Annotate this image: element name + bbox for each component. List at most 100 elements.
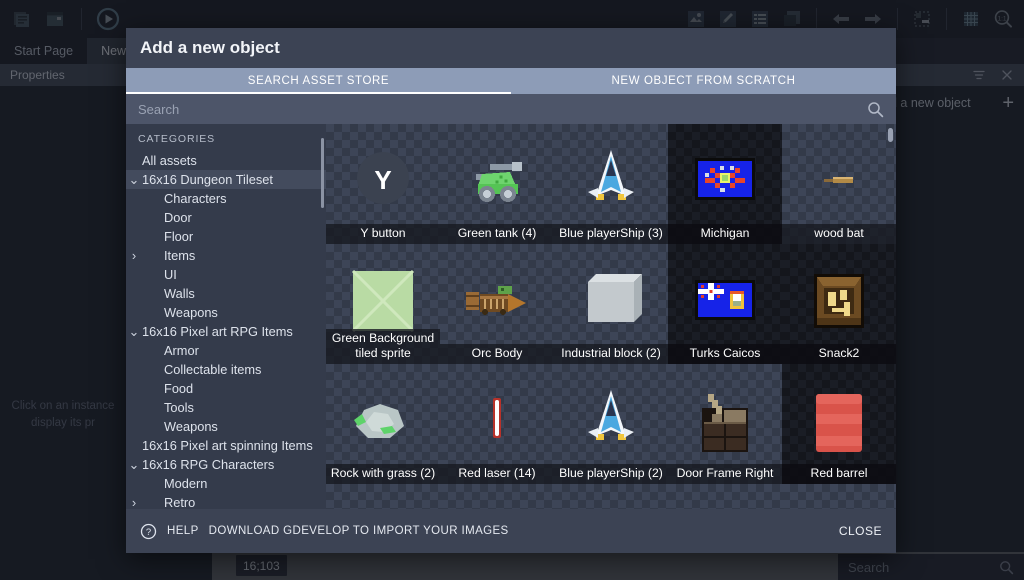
close-button[interactable]: CLOSE	[839, 524, 882, 538]
asset-card[interactable]: Green tank (4)	[440, 124, 554, 244]
help-link[interactable]: HELP	[167, 525, 199, 537]
blue-bar-icon	[460, 504, 534, 509]
categories-sidebar[interactable]: CATEGORIES All assets ⌄ 16x16 Dungeon Tile…	[126, 124, 326, 509]
green-tank-icon	[460, 144, 534, 218]
category-label: 16x16 Pixel art spinning Items	[142, 438, 313, 453]
dirt-pile-icon	[688, 504, 762, 509]
category-item[interactable]: Walls	[126, 284, 326, 303]
asset-label: Door Frame Right	[668, 464, 782, 484]
asset-card[interactable]: wood bat	[782, 124, 896, 244]
asset-label: Michigan	[668, 224, 782, 244]
asset-card[interactable]	[326, 484, 440, 509]
asset-card[interactable]: Y Y button	[326, 124, 440, 244]
active-tab-indicator	[126, 92, 511, 94]
dialog-body: CATEGORIES All assets ⌄ 16x16 Dungeon Tile…	[126, 124, 896, 509]
industrial-block-icon	[574, 264, 648, 338]
asset-card[interactable]	[554, 484, 668, 509]
category-label: Food	[164, 381, 194, 396]
asset-card[interactable]: Blue playerShip (3)	[554, 124, 668, 244]
svg-text:?: ?	[146, 527, 151, 538]
asset-label: Green tank (4)	[440, 224, 554, 244]
asset-card[interactable]: Rock with grass (2)	[326, 364, 440, 484]
asset-card[interactable]	[782, 484, 896, 509]
wood-bat-icon	[802, 144, 876, 218]
help-circle-icon[interactable]: ?	[140, 523, 157, 540]
blue-ship-icon	[574, 144, 648, 218]
category-item[interactable]: All assets	[126, 151, 326, 170]
category-label: UI	[164, 267, 177, 282]
category-item[interactable]: UI	[126, 265, 326, 284]
door-frame-icon	[688, 384, 762, 458]
dialog-tabbar: SEARCH ASSET STORE NEW OBJECT FROM SCRAT…	[126, 68, 896, 94]
category-item[interactable]: 16x16 Pixel art spinning Items	[126, 436, 326, 455]
asset-card[interactable]: Michigan	[668, 124, 782, 244]
category-item[interactable]: › Retro	[126, 493, 326, 509]
asset-label: Blue playerShip (2)	[554, 464, 668, 484]
category-item[interactable]: Armor	[126, 341, 326, 360]
category-item[interactable]: Weapons	[126, 417, 326, 436]
asset-card[interactable]: Turks Caicos	[668, 244, 782, 364]
asset-card[interactable]: Red laser (14)	[440, 364, 554, 484]
asset-card[interactable]: Door Frame Right	[668, 364, 782, 484]
tab-new-object-from-scratch[interactable]: NEW OBJECT FROM SCRATCH	[511, 68, 896, 94]
michigan-flag-icon	[688, 144, 762, 218]
asset-card[interactable]: Industrial block (2)	[554, 244, 668, 364]
category-label: 16x16 Dungeon Tileset	[142, 172, 273, 187]
chevron-right-icon[interactable]: ›	[126, 495, 142, 509]
asset-card[interactable]: Blue playerShip (2)	[554, 364, 668, 484]
category-label: Walls	[164, 286, 195, 301]
category-item[interactable]: Collectable items	[126, 360, 326, 379]
asset-label: Orc Body	[440, 344, 554, 364]
asset-grid-container[interactable]: Y Y button Green tank (4) Blue playerShip…	[326, 124, 896, 509]
category-item[interactable]: Characters	[126, 189, 326, 208]
asset-card[interactable]	[440, 484, 554, 509]
chevron-down-icon[interactable]: ⌄	[126, 325, 142, 338]
rock-grass-icon	[346, 384, 420, 458]
asset-label: Turks Caicos	[668, 344, 782, 364]
tab-search-asset-store[interactable]: SEARCH ASSET STORE	[126, 68, 511, 94]
category-item[interactable]: Door	[126, 208, 326, 227]
category-label: Weapons	[164, 305, 218, 320]
category-item[interactable]: ⌄ 16x16 RPG Characters	[126, 455, 326, 474]
category-item[interactable]: ⌄ 16x16 Pixel art RPG Items	[126, 322, 326, 341]
category-label: Floor	[164, 229, 194, 244]
dialog-footer: ? HELP DOWNLOAD GDEVELOP TO IMPORT YOUR …	[126, 509, 896, 553]
chevron-down-icon[interactable]: ⌄	[126, 458, 142, 471]
asset-card[interactable]: Snack2	[782, 244, 896, 364]
search-icon[interactable]	[867, 101, 884, 118]
asset-label: wood bat	[782, 224, 896, 244]
category-label: Tools	[164, 400, 194, 415]
asset-grid: Y Y button Green tank (4) Blue playerShip…	[326, 124, 896, 509]
chevron-down-icon[interactable]: ⌄	[126, 173, 142, 186]
asset-card[interactable]	[668, 484, 782, 509]
asset-search-field[interactable]: Search	[126, 94, 896, 124]
category-label: Weapons	[164, 419, 218, 434]
red-tent-icon	[802, 504, 876, 509]
category-label: All assets	[142, 153, 197, 168]
asset-label: Green Background tiled sprite	[326, 329, 440, 364]
category-item[interactable]: › Items	[126, 246, 326, 265]
category-item[interactable]: Food	[126, 379, 326, 398]
asset-label: Y button	[326, 224, 440, 244]
y-button-icon: Y	[346, 144, 420, 218]
category-label: 16x16 RPG Characters	[142, 457, 275, 472]
asset-card[interactable]: Red barrel	[782, 364, 896, 484]
category-label: Collectable items	[164, 362, 262, 377]
asset-search-placeholder: Search	[138, 101, 180, 117]
category-label: Modern	[164, 476, 208, 491]
turks-flag-icon	[688, 264, 762, 338]
category-item[interactable]: Floor	[126, 227, 326, 246]
category-item[interactable]: Modern	[126, 474, 326, 493]
categories-scrollbar[interactable]	[321, 138, 324, 208]
asset-label: Red laser (14)	[440, 464, 554, 484]
asset-card[interactable]: Orc Body	[440, 244, 554, 364]
category-item[interactable]: Weapons	[126, 303, 326, 322]
red-berries-icon	[346, 504, 420, 509]
chevron-right-icon[interactable]: ›	[126, 248, 142, 263]
asset-card[interactable]: Green Background tiled sprite	[326, 244, 440, 364]
category-item[interactable]: ⌄ 16x16 Dungeon Tileset	[126, 170, 326, 189]
asset-grid-scrollbar[interactable]	[888, 128, 893, 142]
category-label: Door	[164, 210, 192, 225]
download-gdevelop-link[interactable]: DOWNLOAD GDEVELOP TO IMPORT YOUR IMAGES	[209, 525, 509, 537]
category-item[interactable]: Tools	[126, 398, 326, 417]
